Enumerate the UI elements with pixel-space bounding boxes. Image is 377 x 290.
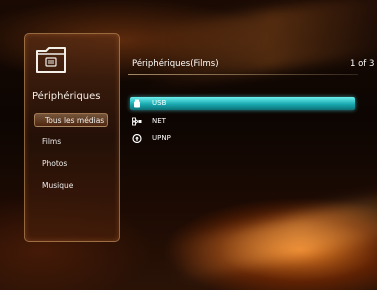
folder-icon: [34, 43, 68, 75]
list-item-usb[interactable]: USB: [130, 97, 355, 110]
usb-icon: [132, 99, 142, 108]
sidebar-item-musique[interactable]: Musique: [36, 179, 73, 193]
list-item-upnp[interactable]: UPNP: [130, 132, 355, 145]
upnp-icon: [132, 133, 142, 144]
list-item-label: NET: [152, 117, 166, 125]
background-light-streak: [117, 0, 377, 91]
sidebar-item-films[interactable]: Films: [36, 135, 61, 149]
page-title: Périphériques(Films): [132, 59, 219, 69]
network-icon: [132, 117, 142, 126]
sidebar-panel: Périphériques Tous les médias Films Phot…: [24, 33, 120, 242]
background-light-streak: [168, 188, 377, 282]
sidebar-item-photos[interactable]: Photos: [36, 157, 67, 171]
sidebar-title: Périphériques: [32, 91, 101, 102]
header-divider: [128, 74, 358, 75]
sidebar-item-tous-les-medias[interactable]: Tous les médias: [34, 113, 108, 127]
page-indicator: 1 of 3: [350, 59, 375, 69]
list-item-net[interactable]: NET: [130, 115, 355, 128]
list-item-label: USB: [152, 99, 167, 107]
list-item-label: UPNP: [152, 134, 171, 142]
